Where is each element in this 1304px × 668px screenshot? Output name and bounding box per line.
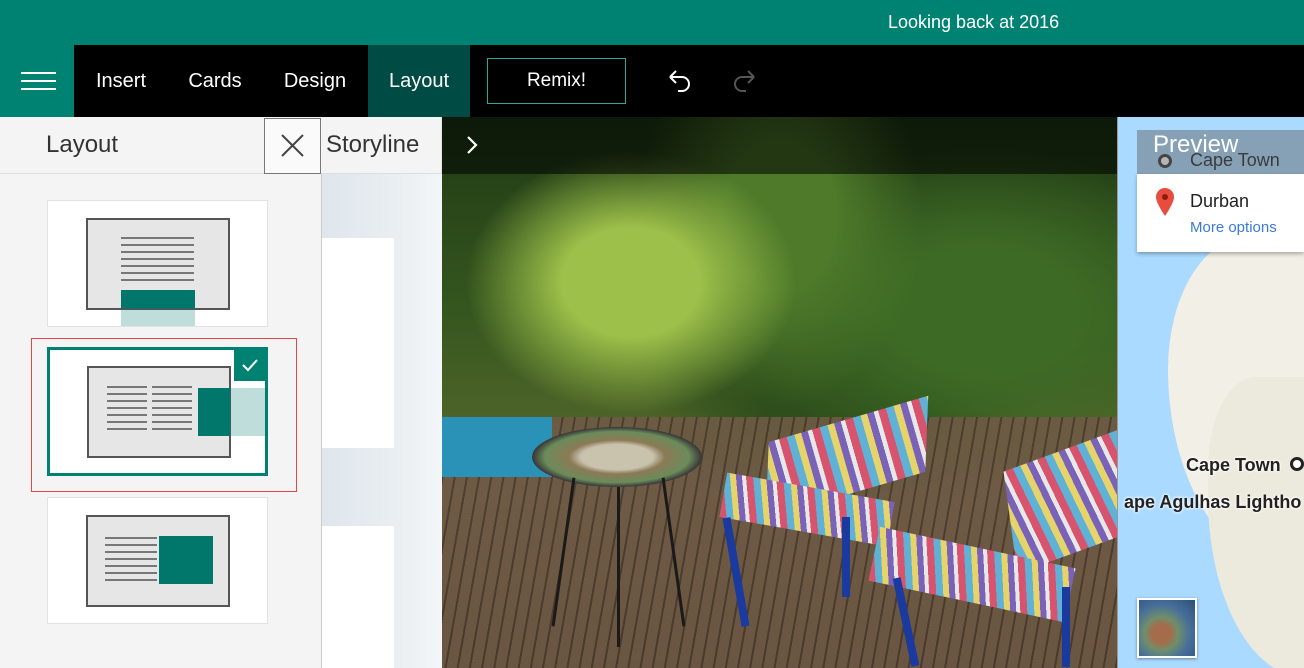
- hamburger-icon[interactable]: [0, 45, 74, 117]
- map-label-cape-town: Cape Town: [1186, 455, 1281, 475]
- layout-option-two-columns-image-right[interactable]: [47, 347, 268, 476]
- tab-cards[interactable]: Cards: [168, 45, 262, 117]
- layout-option-text-left-image-right[interactable]: [47, 497, 268, 624]
- map-land: [1208, 377, 1304, 668]
- map-location-icon: [1290, 457, 1304, 471]
- preview-label: Preview: [1153, 131, 1239, 158]
- image-block: [121, 290, 195, 308]
- storyline-card[interactable]: [322, 526, 394, 668]
- remix-button[interactable]: Remix!: [487, 58, 626, 104]
- map-pin-icon: [1156, 188, 1174, 216]
- redo-icon[interactable]: [730, 65, 760, 95]
- direction-to: Durban: [1190, 191, 1250, 211]
- checkmark-icon: [242, 359, 258, 372]
- image-block: [159, 536, 213, 584]
- map-label-cape-agulhas: ape Agulhas Lightho: [1124, 492, 1302, 512]
- layout-panel-title: Layout: [46, 131, 119, 158]
- toolbar: Insert Cards Design Layout Remix!: [0, 45, 1304, 117]
- storyline-preview-strip[interactable]: [322, 174, 442, 668]
- tab-insert[interactable]: Insert: [74, 45, 168, 117]
- close-button[interactable]: [264, 118, 321, 174]
- directions-card: Durban More options: [1137, 174, 1304, 252]
- chevron-right-icon[interactable]: [460, 133, 484, 157]
- storyline-nav-bar: [442, 117, 1117, 174]
- tab-layout[interactable]: Layout: [368, 45, 470, 117]
- selected-badge: [234, 349, 266, 381]
- image-block: [198, 388, 230, 436]
- storyline-card[interactable]: [322, 238, 394, 448]
- undo-icon[interactable]: [664, 65, 694, 95]
- tab-design[interactable]: Design: [262, 45, 368, 117]
- close-icon: [281, 134, 304, 157]
- more-options-link[interactable]: More options: [1190, 219, 1277, 236]
- table: [532, 427, 702, 487]
- layout-panel: Layout: [0, 117, 322, 668]
- document-title: Looking back at 2016: [888, 12, 1060, 32]
- card-photo[interactable]: [442, 117, 1117, 668]
- title-bar: Looking back at 2016: [0, 0, 1304, 45]
- layout-option-text-top-image-bottom[interactable]: [47, 200, 268, 327]
- storyline-tab[interactable]: Storyline: [322, 117, 442, 174]
- storyline-label: Storyline: [326, 131, 420, 158]
- satellite-view-toggle[interactable]: [1137, 598, 1197, 658]
- layout-panel-header: Layout: [0, 117, 322, 174]
